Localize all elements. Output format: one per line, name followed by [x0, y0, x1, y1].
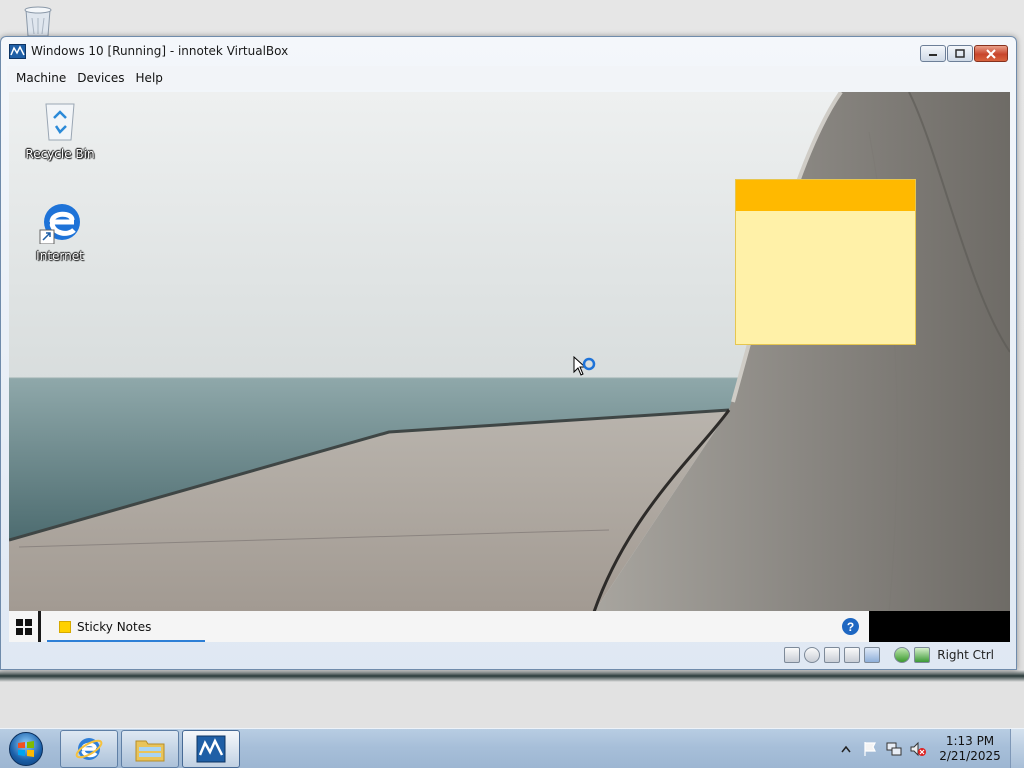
- edge-icon: [39, 204, 80, 245]
- display-icon[interactable]: [864, 647, 881, 663]
- menu-machine[interactable]: Machine: [16, 71, 66, 85]
- show-desktop-button[interactable]: [1010, 729, 1024, 768]
- maximize-button[interactable]: [947, 45, 973, 62]
- floppy-icon[interactable]: [824, 647, 841, 663]
- clock-time: 1:13 PM: [945, 734, 995, 748]
- recycle-bin-icon[interactable]: [18, 4, 58, 37]
- title-bar[interactable]: Windows 10 [Running] - innotek VirtualBo…: [1, 37, 1016, 65]
- windows-orb-icon: [9, 732, 43, 766]
- optical-drive-icon[interactable]: [804, 647, 821, 663]
- close-button[interactable]: [974, 45, 1008, 62]
- guest-taskbar: Sticky Notes ?: [9, 611, 1010, 642]
- desktop-wallpaper: [9, 92, 1010, 612]
- guest-internet-shortcut[interactable]: Internet: [20, 200, 100, 263]
- restore-icon: [955, 49, 965, 58]
- taskbar-virtualbox[interactable]: [182, 730, 240, 768]
- clock[interactable]: 1:13 PM 2/21/2025: [930, 734, 1010, 764]
- active-indicator: [47, 640, 205, 642]
- caption-buttons: [920, 45, 1008, 62]
- taskbar-file-explorer[interactable]: [121, 730, 179, 768]
- windows-logo-icon: [15, 618, 32, 635]
- network-icon[interactable]: [886, 741, 902, 757]
- shared-folders-icon[interactable]: [844, 647, 861, 663]
- guest-tray-area: [869, 611, 1010, 642]
- volume-muted-icon[interactable]: [910, 741, 926, 757]
- taskbar-item-label: Sticky Notes: [77, 619, 152, 634]
- guest-screen[interactable]: Recycle Bin Internet: [9, 92, 1010, 642]
- menu-devices[interactable]: Devices: [77, 71, 124, 85]
- clock-date: 2/21/2025: [939, 749, 1001, 763]
- taskbar-internet-explorer[interactable]: [60, 730, 118, 768]
- action-center-flag-icon[interactable]: [862, 741, 878, 757]
- virtualbox-app-icon: [9, 43, 26, 59]
- minimize-button[interactable]: [920, 45, 946, 62]
- taskbar-item-sticky-notes[interactable]: Sticky Notes: [47, 611, 205, 642]
- status-bar: Right Ctrl: [7, 643, 1010, 667]
- network-icon[interactable]: [894, 647, 911, 663]
- host-taskbar: 1:13 PM 2/21/2025: [0, 728, 1024, 768]
- file-explorer-icon: [135, 740, 165, 762]
- show-hidden-icons-icon[interactable]: [838, 741, 854, 757]
- desktop-icon-label: Recycle Bin: [25, 147, 95, 161]
- virtualbox-icon: [196, 735, 226, 763]
- desktop-icon-label: Internet: [36, 249, 84, 263]
- sticky-notes-icon: [59, 620, 71, 633]
- guest-recycle-bin[interactable]: Recycle Bin: [20, 98, 100, 161]
- hard-disk-icon[interactable]: [784, 647, 801, 663]
- system-tray: 1:13 PM 2/21/2025: [834, 729, 1024, 768]
- guest-start-button[interactable]: [9, 611, 41, 642]
- recycle-bin-icon: [45, 103, 75, 141]
- minimize-icon: [929, 53, 937, 56]
- internet-explorer-icon: [75, 738, 103, 760]
- busy-cursor-icon: [573, 356, 596, 376]
- menu-help[interactable]: Help: [136, 71, 163, 85]
- mouse-integration-icon[interactable]: [914, 647, 931, 663]
- close-icon: [986, 48, 996, 59]
- menu-bar: Machine Devices Help: [7, 66, 1010, 90]
- sticky-note-header[interactable]: [736, 180, 915, 211]
- host-key-label: Right Ctrl: [937, 648, 994, 662]
- window-title: Windows 10 [Running] - innotek VirtualBo…: [31, 44, 289, 58]
- sticky-note[interactable]: [735, 179, 916, 345]
- help-icon[interactable]: ?: [842, 618, 859, 635]
- start-button[interactable]: [6, 730, 46, 768]
- virtualbox-window: Windows 10 [Running] - innotek VirtualBo…: [0, 36, 1017, 670]
